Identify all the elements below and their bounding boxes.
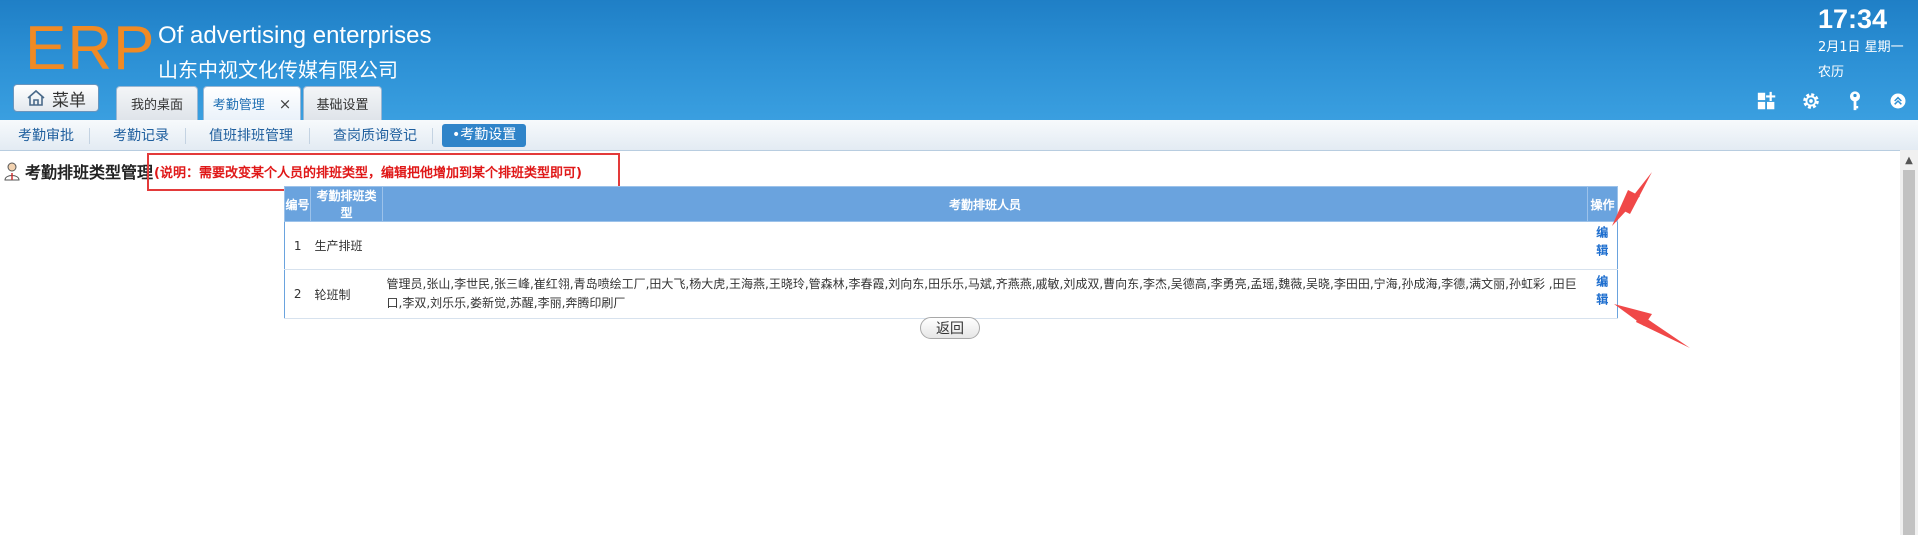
row-members (382, 221, 1588, 270)
subnav-divider (309, 128, 310, 144)
menu-label: 菜单 (52, 90, 86, 111)
annotation-arrow (1614, 304, 1690, 348)
table-header-row: 编号 考勤排班类型 考勤排班人员 操作 (284, 186, 1618, 222)
sub-navigation: 考勤审批 考勤记录 值班排班管理 查岗质询登记 •考勤设置 (0, 120, 1918, 151)
table-row: 1 生产排班 编辑 (284, 221, 1618, 270)
back-button[interactable]: 返回 (920, 317, 980, 339)
subnav-duty-schedule[interactable]: 值班排班管理 (209, 126, 293, 146)
subnav-divider (89, 128, 90, 144)
subnav-attendance-settings[interactable]: •考勤设置 (442, 124, 527, 147)
scroll-up-icon[interactable]: ▲ (1900, 152, 1918, 168)
date: 2月1日 星期一 (1818, 40, 1904, 55)
column-header-id: 编号 (284, 186, 311, 222)
edit-link[interactable]: 编辑 (1594, 275, 1611, 311)
user-icon (4, 162, 20, 181)
tab-my-desktop[interactable]: 我的桌面 (116, 86, 198, 120)
company-title-en: Of advertising enterprises (158, 22, 432, 49)
tab-basic-settings[interactable]: 基础设置 (303, 86, 382, 120)
table-row: 2 轮班制 管理员,张山,李世民,张三峰,崔红翎,青岛喷绘工厂,田大飞,杨大虎,… (284, 269, 1618, 319)
column-header-action: 操作 (1587, 186, 1618, 222)
subnav-divider (432, 128, 433, 144)
shift-type-table: 编号 考勤排班类型 考勤排班人员 操作 1 生产排班 编辑 2 轮班制 管理员,… (284, 186, 1618, 319)
collapse-icon[interactable] (1886, 89, 1910, 113)
row-id: 2 (284, 269, 311, 319)
company-title-cn: 山东中视文化传媒有限公司 (158, 58, 398, 82)
page-title: 考勤排班类型管理 (3, 159, 153, 183)
page-title-text: 考勤排班类型管理 (25, 163, 154, 182)
app-header: ERP Of advertising enterprises 山东中视文化传媒有… (0, 0, 1918, 120)
erp-logo: ERP (25, 14, 156, 83)
instruction-note: (说明：需要改变某个人员的排班类型，编辑把他增加到某个排班类型即可) (154, 166, 582, 181)
tab-close-icon[interactable]: × (279, 95, 292, 113)
edit-link[interactable]: 编辑 (1594, 226, 1611, 262)
subnav-attendance-approval[interactable]: 考勤审批 (18, 126, 74, 146)
tab-label: 基础设置 (316, 98, 369, 113)
tab-attendance-management[interactable]: 考勤管理 × (203, 86, 301, 120)
row-members: 管理员,张山,李世民,张三峰,崔红翎,青岛喷绘工厂,田大飞,杨大虎,王海燕,王晓… (382, 269, 1588, 319)
annotation-arrow (1612, 172, 1652, 226)
subnav-post-check-register[interactable]: 查岗质询登记 (333, 126, 417, 146)
row-action-cell: 编辑 (1587, 221, 1618, 270)
scrollbar-thumb[interactable] (1903, 170, 1915, 535)
tab-label: 我的桌面 (130, 98, 183, 113)
subnav-divider (185, 128, 186, 144)
row-id: 1 (284, 221, 311, 270)
lunar-date: 农历 (1818, 65, 1845, 80)
row-type: 轮班制 (310, 269, 383, 319)
apps-icon[interactable] (1755, 89, 1779, 113)
subnav-attendance-records[interactable]: 考勤记录 (113, 126, 169, 146)
row-action-cell: 编辑 (1587, 269, 1618, 319)
clock: 17:34 (1818, 4, 1888, 34)
gear-icon[interactable] (1799, 89, 1823, 113)
column-header-type: 考勤排班类型 (310, 186, 383, 222)
menu-button[interactable]: 菜单 (13, 84, 99, 112)
row-type: 生产排班 (310, 221, 383, 270)
home-icon (27, 89, 45, 106)
column-header-members: 考勤排班人员 (382, 186, 1588, 222)
key-icon[interactable] (1843, 89, 1867, 113)
tab-label: 考勤管理 (212, 98, 265, 113)
